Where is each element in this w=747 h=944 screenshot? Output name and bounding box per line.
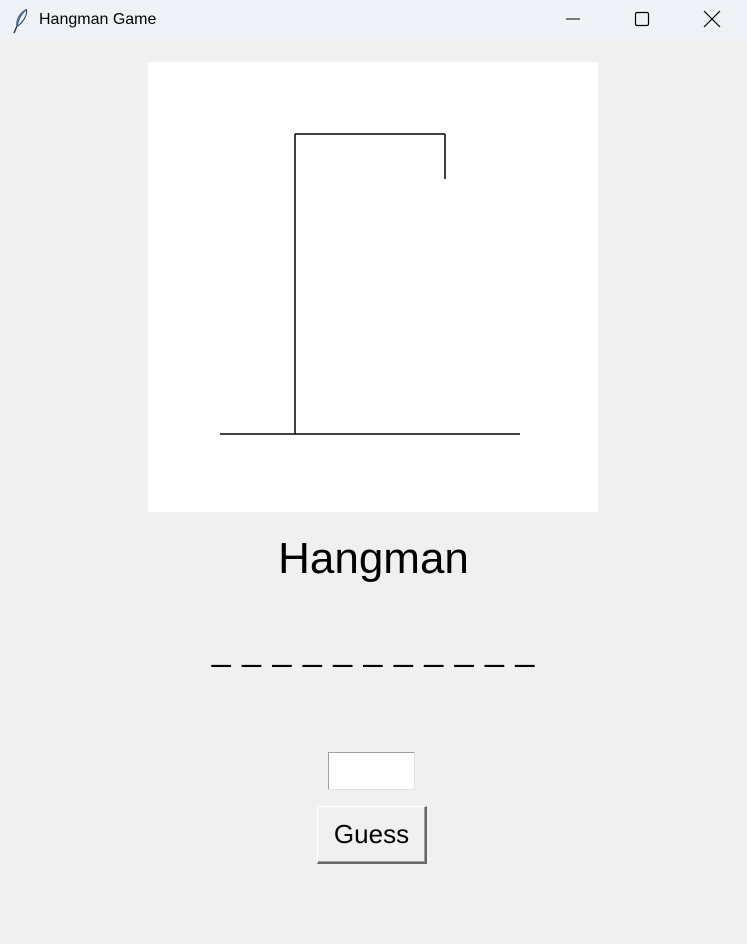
- hangman-window: Hangman Game Hangman _ _ _ _ _ _ _ _ _ _…: [0, 0, 747, 944]
- maximize-button[interactable]: [607, 0, 677, 42]
- close-icon: [703, 10, 721, 33]
- feather-icon: [12, 8, 30, 34]
- game-heading: Hangman: [278, 534, 469, 583]
- maximize-icon: [634, 11, 650, 32]
- gallows-drawing: [220, 133, 520, 435]
- close-button[interactable]: [677, 0, 747, 42]
- window-title: Hangman Game: [39, 11, 157, 28]
- hangman-canvas: [148, 62, 598, 512]
- title-bar[interactable]: Hangman Game: [0, 0, 747, 42]
- guess-input[interactable]: [328, 752, 415, 790]
- minimize-icon: [565, 11, 581, 32]
- masked-word: _ _ _ _ _ _ _ _ _ _ _: [211, 630, 536, 668]
- minimize-button[interactable]: [538, 0, 608, 42]
- guess-button[interactable]: Guess: [317, 806, 427, 864]
